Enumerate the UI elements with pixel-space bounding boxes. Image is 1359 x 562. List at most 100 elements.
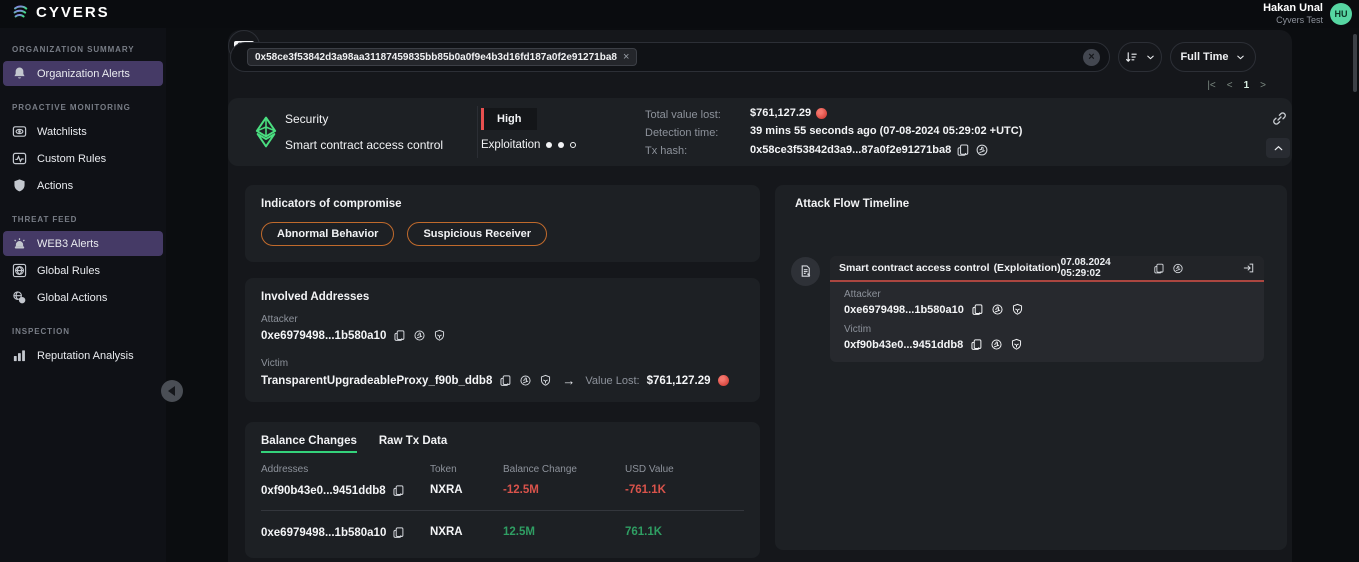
detection-time: 39 mins 55 seconds ago (07-08-2024 05:29…	[750, 125, 1022, 137]
sidebar-item-custom-rules[interactable]: Custom Rules	[3, 146, 163, 171]
etherscan-icon[interactable]	[991, 303, 1004, 316]
address-text: 0xf90b43e0...9451ddb8	[261, 485, 386, 497]
share-link-icon[interactable]	[1271, 110, 1288, 127]
sort-button[interactable]	[1118, 42, 1162, 72]
attacker-address-row: 0xe6979498...1b580a10	[844, 303, 1024, 316]
shield-badge-icon[interactable]	[433, 329, 446, 342]
event-phase: (Exploitation)	[994, 262, 1061, 274]
victim-address: TransparentUpgradeableProxy_f90b_ddb8	[261, 375, 492, 387]
collapse-sidebar-button[interactable]	[161, 380, 183, 402]
etherscan-icon[interactable]	[975, 143, 989, 157]
table-cell-usd-value: -761.1K	[625, 484, 666, 496]
eye-icon	[12, 124, 27, 139]
chevron-down-icon	[1145, 52, 1156, 63]
sidebar-item-watchlists[interactable]: Watchlists	[3, 119, 163, 144]
phase-dot-filled	[558, 142, 564, 148]
severity-badge: High	[481, 108, 537, 130]
first-page-button[interactable]: |<	[1207, 80, 1215, 91]
scrollbar[interactable]	[1353, 34, 1357, 92]
sidebar-item-web3-alerts[interactable]: WEB3 Alerts	[3, 231, 163, 256]
sidebar-item-global-actions[interactable]: Global Actions	[3, 285, 163, 310]
etherscan-icon[interactable]	[413, 329, 426, 342]
copy-icon[interactable]	[392, 484, 405, 497]
phase-dot-empty	[570, 142, 576, 148]
timeline-event-header: Smart contract access control (Exploitat…	[830, 256, 1264, 282]
attacker-label: Attacker	[844, 289, 881, 300]
chip-remove-icon[interactable]: ×	[623, 51, 629, 63]
search-chip: 0x58ce3f53842d3a98aa31187459835bb85b0a0f…	[247, 48, 637, 66]
shield-icon	[12, 178, 27, 193]
victim-label: Victim	[261, 358, 288, 369]
chevron-down-icon	[1235, 52, 1246, 63]
avatar[interactable]: HU	[1330, 3, 1352, 25]
brand-wordmark: CYVERS	[36, 4, 110, 21]
total-value-lost: $761,127.29	[750, 107, 827, 119]
victim-address: 0xf90b43e0...9451ddb8	[844, 339, 963, 351]
sidebar-item-organization-alerts[interactable]: Organization Alerts	[3, 61, 163, 86]
tab-balance-changes[interactable]: Balance Changes	[261, 435, 357, 453]
balance-changes-panel: Balance Changes Raw Tx Data Addresses To…	[245, 422, 760, 558]
shield-badge-icon[interactable]	[1010, 338, 1023, 351]
section-heading-proactive-monitoring: PROACTIVE MONITORING	[12, 103, 166, 112]
open-details-icon[interactable]	[1242, 261, 1255, 275]
search-clear-button[interactable]: ×	[1083, 49, 1100, 66]
victim-address-row: TransparentUpgradeableProxy_f90b_ddb8 → …	[261, 373, 729, 388]
user-name: Hakan Unal	[1263, 2, 1323, 15]
value-lost-label: Value Lost:	[585, 375, 639, 387]
alert-category: Security	[285, 112, 328, 126]
shield-badge-icon[interactable]	[539, 374, 552, 387]
etherscan-icon[interactable]	[519, 374, 532, 387]
loss-alert-icon	[816, 108, 827, 119]
sidebar-item-label: Reputation Analysis	[37, 350, 134, 362]
copy-icon[interactable]	[970, 338, 983, 351]
copy-icon[interactable]	[956, 143, 970, 157]
pulse-chart-icon	[12, 151, 27, 166]
copy-icon[interactable]	[393, 329, 406, 342]
time-filter-button[interactable]: Full Time	[1170, 42, 1256, 72]
collapse-alert-button[interactable]	[1266, 138, 1290, 158]
involved-addresses-title: Involved Addresses	[261, 291, 369, 303]
attacker-label: Attacker	[261, 314, 298, 325]
etherscan-icon[interactable]	[1172, 262, 1184, 275]
alert-summary-card: Security Smart contract access control H…	[228, 98, 1292, 166]
column-header-usd-value: USD Value	[625, 464, 674, 475]
copy-icon[interactable]	[392, 526, 405, 539]
prev-page-button[interactable]: <	[1227, 80, 1233, 91]
event-meta: 07.08.2024 05:29:02	[1061, 257, 1184, 279]
shield-badge-icon[interactable]	[1011, 303, 1024, 316]
attack-flow-timeline-panel: Attack Flow Timeline Smart contract acce…	[775, 185, 1287, 550]
attack-phase: Exploitation	[481, 139, 576, 151]
divider	[477, 106, 478, 158]
timeline-node	[791, 257, 820, 286]
ethereum-icon	[250, 115, 282, 149]
user-info: Hakan Unal Cyvers Test	[1263, 2, 1323, 25]
sort-icon	[1124, 50, 1139, 65]
tab-raw-tx-data[interactable]: Raw Tx Data	[379, 435, 447, 453]
victim-label: Victim	[844, 324, 871, 335]
sidebar-item-label: Global Actions	[37, 292, 107, 304]
sidebar-item-global-rules[interactable]: Global Rules	[3, 258, 163, 283]
copy-icon[interactable]	[499, 374, 512, 387]
section-heading-organization-summary: ORGANIZATION SUMMARY	[12, 45, 166, 54]
search-chip-text: 0x58ce3f53842d3a98aa31187459835bb85b0a0f…	[255, 52, 617, 63]
copy-icon[interactable]	[971, 303, 984, 316]
sidebar-item-label: Custom Rules	[37, 153, 106, 165]
event-timestamp: 07.08.2024 05:29:02	[1061, 257, 1146, 279]
tx-hash-value: 0x58ce3f53842d3a9...87a0f2e91271ba8	[750, 144, 951, 156]
sidebar-item-reputation-analysis[interactable]: Reputation Analysis	[3, 343, 163, 368]
next-page-button[interactable]: >	[1260, 80, 1266, 91]
timeline-title: Attack Flow Timeline	[795, 198, 909, 210]
sidebar-item-actions[interactable]: Actions	[3, 173, 163, 198]
total-value-lost-amount: $761,127.29	[750, 107, 811, 119]
copy-icon[interactable]	[1153, 262, 1165, 275]
attacker-address: 0xe6979498...1b580a10	[844, 304, 964, 316]
alert-type: Smart contract access control	[285, 138, 443, 152]
indicator-tag-abnormal-behavior: Abnormal Behavior	[261, 222, 394, 246]
attacker-address: 0xe6979498...1b580a10	[261, 330, 386, 342]
globe-icon	[12, 263, 27, 278]
detection-time-value: 39 mins 55 seconds ago (07-08-2024 05:29…	[750, 125, 1022, 137]
field-label-total-value-lost: Total value lost:	[645, 109, 721, 121]
etherscan-icon[interactable]	[990, 338, 1003, 351]
search-input[interactable]: 0x58ce3f53842d3a98aa31187459835bb85b0a0f…	[230, 42, 1110, 72]
value-lost-amount: $761,127.29	[647, 375, 711, 387]
